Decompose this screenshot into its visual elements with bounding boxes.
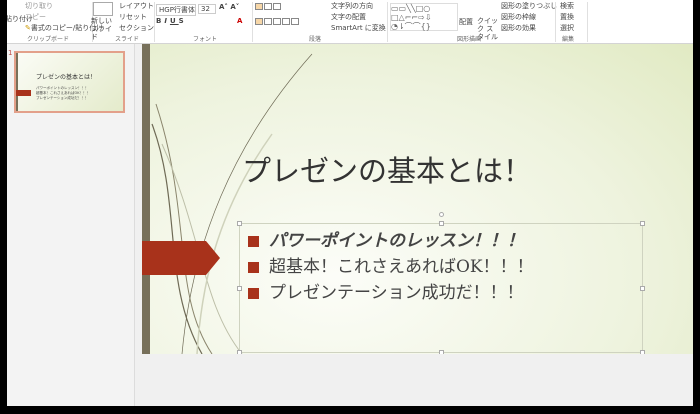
group-label-paragraph: 段落 [309, 36, 322, 43]
smartart-button[interactable]: SmartArt に変換 [331, 23, 386, 33]
bullet-item: 超基本！これさえあればOK！！！ [248, 252, 534, 277]
cut-button[interactable]: 切り取り [25, 1, 53, 11]
alignment-buttons[interactable] [255, 17, 300, 25]
text-direction-button[interactable]: 文字列の方向 [331, 1, 373, 11]
rotate-handle[interactable] [439, 212, 444, 217]
slide-number: 1 [8, 49, 13, 57]
font-size-select[interactable]: 32 [198, 4, 216, 14]
group-label-editing: 編集 [562, 36, 575, 43]
slide-thumbnail-pane: 1 プレゼンの基本とは！ パワーポイントのレッスン！！！ 超基本！これさえあれば… [7, 44, 135, 406]
thumbnail-title: プレゼンの基本とは！ [36, 74, 97, 81]
group-label-slides: スライド [115, 36, 140, 43]
slide-editor: プレゼンの基本とは！ パワーポイントのレッスン！！！ 超基本！これさえあればOK… [135, 44, 693, 406]
group-label-font: フォント [193, 36, 218, 43]
bullet-square-icon [248, 262, 259, 273]
accent-bar [142, 44, 150, 354]
find-button[interactable]: 検索 [560, 1, 574, 11]
select-button[interactable]: 選択 [560, 23, 574, 33]
replace-button[interactable]: 置換 [560, 12, 574, 22]
shapes-gallery[interactable]: ▭▭╲╲□○ □△⌐⌐⇨⇩ ◔⇂⌒⌒{} [390, 3, 458, 31]
indent-icon [273, 2, 281, 10]
thumbnail-bullet: プレゼンテーション成功だ！！！ [36, 96, 89, 100]
font-format-buttons[interactable]: BIUS [156, 17, 187, 25]
ribbon: 貼り付け 切り取り コピー ✎書式のコピー/貼り付け クリップボード 新しい ス… [7, 0, 693, 44]
bullet-item: パワーポイントのレッスン！！！ [248, 226, 524, 251]
reset-button[interactable]: リセット [119, 12, 147, 22]
powerpoint-window: 貼り付け 切り取り コピー ✎書式のコピー/貼り付け クリップボード 新しい ス… [7, 0, 693, 406]
shape-fill-button[interactable]: 図形の塗りつぶし [501, 1, 557, 11]
bullets-button[interactable] [255, 2, 282, 10]
shape-outline-button[interactable]: 図形の枠線 [501, 12, 536, 22]
font-name-select[interactable]: HGP行書体 [156, 4, 196, 16]
new-slide-button[interactable]: 新しい スライド [91, 17, 115, 41]
align-text-button[interactable]: 文字の配置 [331, 12, 366, 22]
group-label-drawing: 図形描画 [457, 36, 482, 43]
bullets-icon [255, 2, 263, 10]
group-label-clipboard: クリップボード [27, 36, 70, 43]
content-placeholder[interactable]: パワーポイントのレッスン！！！ 超基本！これさえあればOK！！！ プレゼンテーシ… [237, 212, 645, 354]
slide-canvas[interactable]: プレゼンの基本とは！ パワーポイントのレッスン！！！ 超基本！これさえあればOK… [142, 44, 693, 354]
shape-effects-button[interactable]: 図形の効果 [501, 23, 536, 33]
slide-title[interactable]: プレゼンの基本とは！ [242, 148, 532, 190]
numbering-icon [264, 2, 272, 10]
section-button[interactable]: セクション [119, 23, 154, 33]
layout-button[interactable]: レイアウト [119, 1, 154, 11]
arrange-button[interactable]: 配置 [459, 17, 473, 27]
slide-thumbnail[interactable]: プレゼンの基本とは！ パワーポイントのレッスン！！！ 超基本！これさえあればOK… [14, 51, 125, 113]
accent-arrow [142, 241, 220, 275]
bullet-square-icon [248, 235, 259, 247]
font-color-button[interactable]: A [237, 17, 242, 25]
copy-button[interactable]: コピー [25, 12, 46, 22]
bullet-item: プレゼンテーション成功だ！！！ [248, 278, 524, 303]
new-slide-icon [93, 2, 113, 16]
font-grow-shrink-buttons[interactable]: A˄ A˅ [219, 3, 239, 11]
bullet-square-icon [248, 287, 259, 299]
